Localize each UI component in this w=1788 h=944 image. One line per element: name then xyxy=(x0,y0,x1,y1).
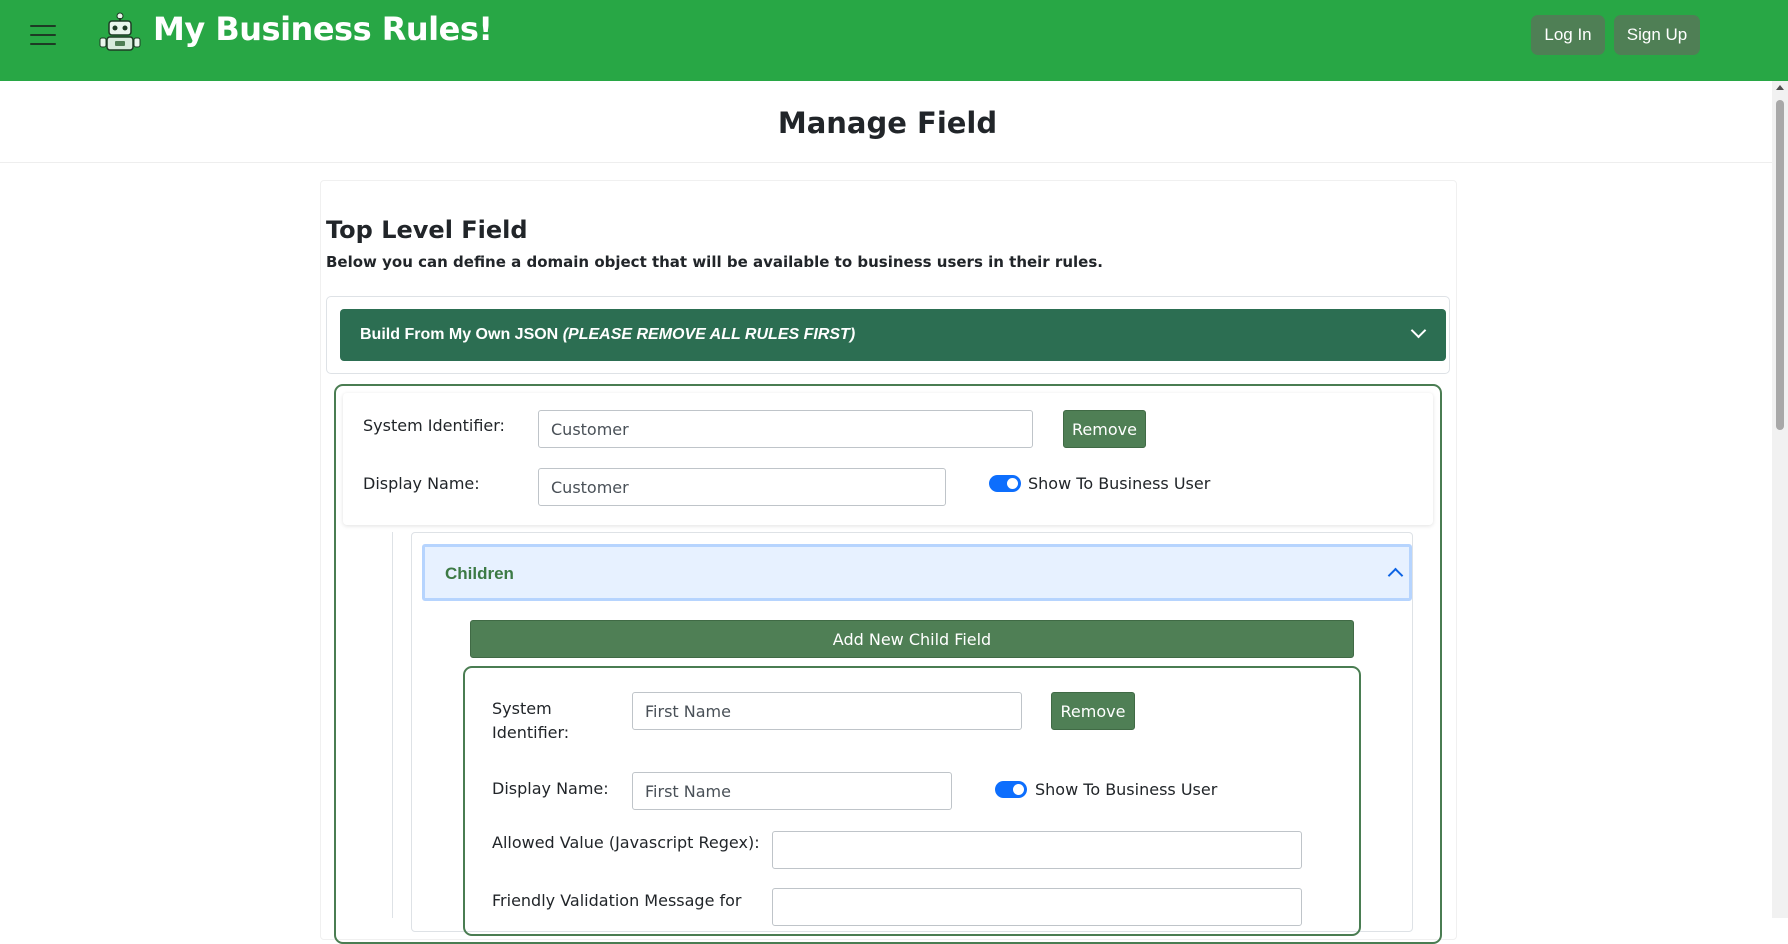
chevron-up-icon xyxy=(1387,567,1404,584)
friendly-validation-message-label: Friendly Validation Message for xyxy=(492,891,742,910)
indent-guide xyxy=(392,532,393,918)
brand-title[interactable]: My Business Rules! xyxy=(153,10,493,48)
remove-child-button[interactable]: Remove xyxy=(1051,692,1135,730)
top-navbar: My Business Rules! Log In Sign Up xyxy=(0,0,1788,81)
login-button[interactable]: Log In xyxy=(1531,15,1605,55)
system-identifier-input[interactable] xyxy=(538,410,1033,448)
robot-logo-icon xyxy=(99,12,141,51)
child-show-to-business-user-label: Show To Business User xyxy=(1035,780,1218,799)
display-name-input[interactable] xyxy=(538,468,946,506)
section-heading: Top Level Field xyxy=(326,216,528,244)
menu-icon[interactable] xyxy=(30,25,56,47)
allowed-value-input[interactable] xyxy=(772,831,1302,869)
json-accordion-label: Build From My Own JSON (PLEASE REMOVE AL… xyxy=(360,326,856,343)
child-display-name-input[interactable] xyxy=(632,772,952,810)
json-accordion-toggle[interactable]: Build From My Own JSON (PLEASE REMOVE AL… xyxy=(340,309,1446,361)
add-child-field-button[interactable]: Add New Child Field xyxy=(470,620,1354,658)
section-subtitle: Below you can define a domain object tha… xyxy=(326,253,1103,271)
signup-button[interactable]: Sign Up xyxy=(1614,15,1700,55)
json-accordion-warning: (PLEASE REMOVE ALL RULES FIRST) xyxy=(562,326,856,343)
child-display-name-label: Display Name: xyxy=(492,779,609,798)
chevron-down-icon xyxy=(1410,322,1427,339)
system-identifier-label: System Identifier: xyxy=(363,416,505,435)
show-to-business-user-label: Show To Business User xyxy=(1028,474,1211,493)
display-name-label: Display Name: xyxy=(363,474,480,493)
remove-field-button[interactable]: Remove xyxy=(1063,410,1146,448)
page-title: Manage Field xyxy=(777,106,998,140)
child-show-to-business-user-toggle[interactable] xyxy=(995,781,1027,798)
allowed-value-label: Allowed Value (Javascript Regex): xyxy=(492,833,760,852)
scrollbar-thumb[interactable] xyxy=(1776,100,1784,430)
children-accordion-toggle[interactable]: Children xyxy=(422,544,1412,601)
page-title-band: Manage Field xyxy=(0,81,1772,163)
show-to-business-user-toggle[interactable] xyxy=(989,475,1021,492)
friendly-validation-message-input[interactable] xyxy=(772,888,1302,926)
children-heading: Children xyxy=(445,564,514,583)
child-system-identifier-label: System Identifier: xyxy=(492,699,570,742)
child-system-identifier-input[interactable] xyxy=(632,692,1022,730)
scroll-up-arrow-icon[interactable] xyxy=(1776,85,1784,90)
